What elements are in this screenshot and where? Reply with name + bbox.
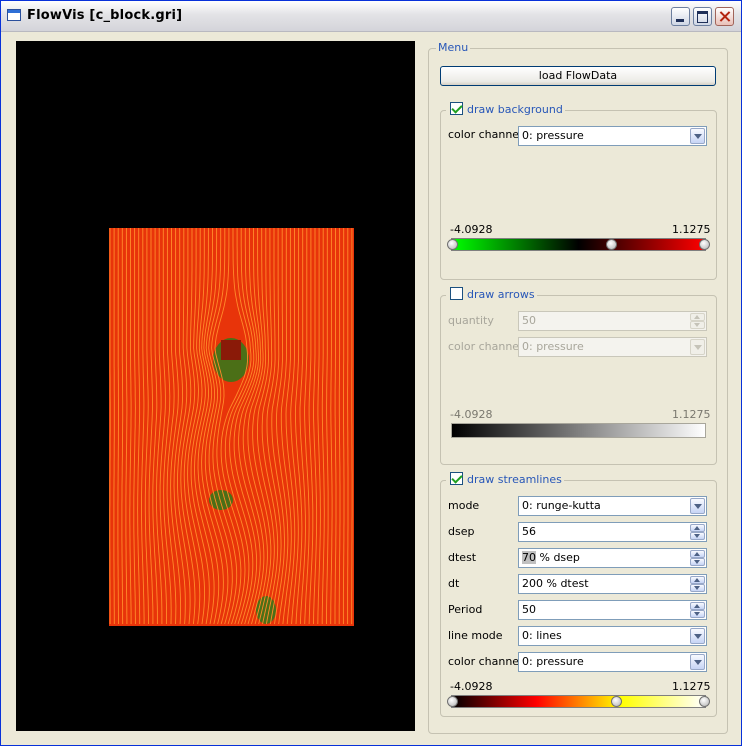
draw-background-checkbox[interactable] bbox=[450, 102, 463, 115]
arrows-quantity-label: quantity bbox=[448, 314, 494, 327]
spin-arrows-icon[interactable] bbox=[690, 550, 705, 566]
dsep-value: 56 bbox=[522, 525, 536, 538]
draw-streamlines-label[interactable]: draw streamlines bbox=[467, 473, 562, 486]
line-mode-label: line mode bbox=[448, 629, 503, 642]
title-bar[interactable]: FlowVis [c_block.gri] bbox=[1, 1, 741, 32]
dt-spinbox[interactable]: 200 % dtest bbox=[518, 574, 707, 594]
chevron-down-icon[interactable] bbox=[690, 339, 705, 355]
sl-color-channel-label: color channel bbox=[448, 655, 523, 668]
bg-range-min: -4.0928 bbox=[450, 223, 493, 236]
color-map-knob[interactable] bbox=[699, 239, 710, 250]
load-flowdata-button[interactable]: load FlowData bbox=[440, 66, 716, 86]
bg-color-channel-select[interactable]: 0: pressure bbox=[518, 126, 707, 146]
mode-label: mode bbox=[448, 499, 480, 512]
obstacle-block bbox=[221, 340, 241, 360]
line-mode-value: 0: lines bbox=[522, 629, 562, 642]
arrows-range-min: -4.0928 bbox=[450, 408, 493, 421]
draw-background-label[interactable]: draw background bbox=[467, 103, 563, 116]
close-button[interactable] bbox=[715, 7, 734, 26]
draw-arrows-label[interactable]: draw arrows bbox=[467, 288, 535, 301]
window-title: FlowVis [c_block.gri] bbox=[27, 8, 183, 23]
bg-color-map-bar[interactable] bbox=[447, 238, 710, 251]
spin-arrows-icon[interactable] bbox=[690, 524, 705, 540]
period-label: Period bbox=[448, 603, 483, 616]
arrows-color-channel-value: 0: pressure bbox=[522, 340, 584, 353]
maximize-button[interactable] bbox=[693, 7, 712, 26]
sl-color-channel-value: 0: pressure bbox=[522, 655, 584, 668]
sl-range-max: 1.1275 bbox=[672, 680, 711, 693]
draw-arrows-checkbox[interactable] bbox=[450, 287, 463, 300]
dsep-spinbox[interactable]: 56 bbox=[518, 522, 707, 542]
flow-visualization-view[interactable] bbox=[16, 41, 415, 731]
app-window-icon bbox=[7, 9, 21, 21]
minimize-button[interactable] bbox=[671, 7, 690, 26]
mode-select[interactable]: 0: runge-kutta bbox=[518, 496, 707, 516]
streamline bbox=[342, 228, 345, 624]
streamlines-group-header: draw streamlines bbox=[446, 472, 564, 486]
color-map-knob[interactable] bbox=[606, 239, 617, 250]
dtest-value-selected: 70 bbox=[522, 551, 536, 564]
chevron-down-icon[interactable] bbox=[690, 498, 705, 514]
period-value: 50 bbox=[522, 603, 536, 616]
chevron-down-icon[interactable] bbox=[690, 654, 705, 670]
sl-range-min: -4.0928 bbox=[450, 680, 493, 693]
bg-color-channel-label: color channel bbox=[448, 128, 523, 141]
dt-label: dt bbox=[448, 577, 460, 590]
period-spinbox[interactable]: 50 bbox=[518, 600, 707, 620]
spin-arrows-icon[interactable] bbox=[690, 602, 705, 618]
arrows-quantity-spinbox[interactable]: 50 bbox=[518, 311, 707, 331]
sl-color-channel-select[interactable]: 0: pressure bbox=[518, 652, 707, 672]
color-map-knob[interactable] bbox=[699, 696, 710, 707]
arrows-group-header: draw arrows bbox=[446, 287, 537, 301]
chevron-down-icon[interactable] bbox=[690, 128, 705, 144]
arrows-color-map-bar bbox=[451, 423, 706, 438]
dtest-value-suffix: % dsep bbox=[536, 551, 580, 564]
menu-title: Menu bbox=[436, 41, 471, 54]
background-group-header: draw background bbox=[446, 102, 565, 116]
arrows-color-channel-label: color channel bbox=[448, 340, 523, 353]
mode-value: 0: runge-kutta bbox=[522, 499, 601, 512]
chevron-down-icon[interactable] bbox=[690, 628, 705, 644]
color-map-knob[interactable] bbox=[447, 696, 458, 707]
arrows-range-max: 1.1275 bbox=[672, 408, 711, 421]
spin-arrows-icon[interactable] bbox=[690, 576, 705, 592]
sl-color-map-bar[interactable] bbox=[447, 695, 710, 708]
dsep-label: dsep bbox=[448, 525, 475, 538]
dt-value: 200 % dtest bbox=[522, 577, 589, 590]
arrows-color-channel-select[interactable]: 0: pressure bbox=[518, 337, 707, 357]
spin-arrows-icon[interactable] bbox=[690, 313, 705, 329]
dtest-label: dtest bbox=[448, 551, 477, 564]
line-mode-select[interactable]: 0: lines bbox=[518, 626, 707, 646]
dtest-spinbox[interactable]: 70 % dsep bbox=[518, 548, 707, 568]
arrows-quantity-value: 50 bbox=[522, 314, 536, 327]
streamline-field bbox=[109, 228, 354, 626]
draw-streamlines-checkbox[interactable] bbox=[450, 472, 463, 485]
bg-color-channel-value: 0: pressure bbox=[522, 129, 584, 142]
bg-range-max: 1.1275 bbox=[672, 223, 711, 236]
color-map-knob[interactable] bbox=[611, 696, 622, 707]
color-map-knob[interactable] bbox=[447, 239, 458, 250]
